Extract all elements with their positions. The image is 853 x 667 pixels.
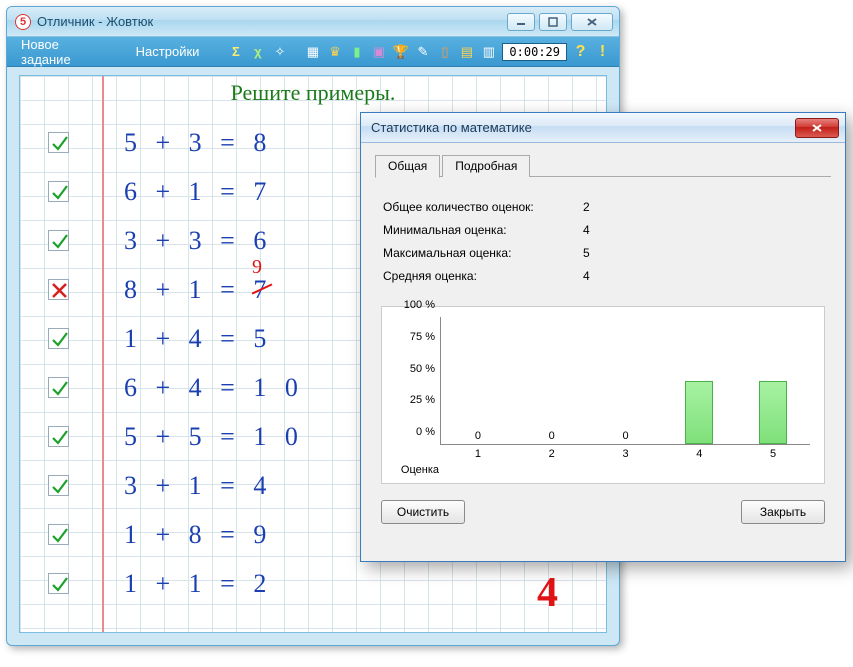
stat-row-avg: Средняя оценка: 4: [383, 269, 823, 283]
dialog-close-button[interactable]: [795, 118, 839, 138]
problem-expression: 5 + 3 = 8: [124, 128, 272, 158]
problem-expression: 1 + 1 = 2: [124, 569, 272, 599]
stats-dialog: Статистика по математике Общая Подробная…: [360, 112, 846, 562]
grade: 4: [537, 569, 558, 617]
stats-table: Общее количество оценок: 2 Минимальная о…: [375, 187, 831, 302]
cross-icon: [48, 279, 69, 300]
folder-icon[interactable]: ▤: [458, 43, 475, 60]
stat-value: 5: [583, 246, 590, 260]
menubar: Новое задание Настройки Σ χ ✧ ▦ ♛ ▮ ▣ 🏆 …: [7, 37, 619, 67]
stat-row-max: Максимальная оценка: 5: [383, 246, 823, 260]
menu-settings[interactable]: Настройки: [130, 41, 206, 62]
chart-xlabel: Оценка: [391, 464, 439, 476]
stat-label: Средняя оценка:: [383, 269, 583, 283]
problem-expression: 6 + 4 = 1 0: [124, 373, 304, 403]
trophy-icon[interactable]: ♛: [326, 43, 343, 60]
stat-label: Минимальная оценка:: [383, 223, 583, 237]
clear-button[interactable]: Очистить: [381, 500, 465, 524]
check-icon: [48, 132, 69, 153]
dialog-buttons: Очистить Закрыть: [381, 500, 825, 524]
stat-row-min: Минимальная оценка: 4: [383, 223, 823, 237]
stat-label: Максимальная оценка:: [383, 246, 583, 260]
tab-general[interactable]: Общая: [375, 155, 440, 178]
check-icon: [48, 377, 69, 398]
maximize-button[interactable]: [539, 13, 567, 31]
close-button[interactable]: Закрыть: [741, 500, 825, 524]
problem-row: 1 + 1 = 2: [20, 559, 606, 608]
app-icon: 5: [15, 14, 31, 30]
problem-expression: 1 + 4 = 5: [124, 324, 272, 354]
chart-bar: [685, 381, 713, 445]
pencil-icon[interactable]: ✎: [414, 43, 431, 60]
stat-row-total: Общее количество оценок: 2: [383, 200, 823, 214]
check-icon: [48, 475, 69, 496]
chart-plot: Оценка 0 %25 %50 %75 %100 %102030450550: [440, 317, 810, 445]
alert-icon[interactable]: !: [594, 43, 611, 60]
chart-xtick: 4: [696, 448, 702, 460]
dialog-title: Статистика по математике: [371, 120, 795, 135]
menu-new-task[interactable]: Новое задание: [15, 34, 116, 70]
chart-ytick: 50 %: [391, 363, 435, 375]
check-icon: [48, 230, 69, 251]
main-titlebar: 5 Отличник - Жовтюк: [7, 7, 619, 37]
close-button[interactable]: [571, 13, 613, 31]
check-icon: [48, 328, 69, 349]
tab-detailed[interactable]: Подробная: [442, 155, 530, 177]
stat-value: 4: [583, 269, 590, 283]
book-icon[interactable]: ▯: [436, 43, 453, 60]
check-icon: [48, 524, 69, 545]
stat-value: 4: [583, 223, 590, 237]
timer: 0:00:29: [502, 43, 567, 61]
eraser-icon[interactable]: ✧: [271, 43, 288, 60]
window-controls: [507, 13, 613, 31]
chart-ytick: 25 %: [391, 394, 435, 406]
problem-expression: 5 + 5 = 1 0: [124, 422, 304, 452]
check-icon: [48, 181, 69, 202]
minimize-button[interactable]: [507, 13, 535, 31]
tabs: Общая Подробная: [375, 155, 831, 177]
chart-bar: [759, 381, 787, 445]
chart-xtick: 5: [770, 448, 776, 460]
dialog-body: Общая Подробная Общее количество оценок:…: [361, 143, 845, 538]
check-icon: [48, 573, 69, 594]
chart-xtick: 3: [622, 448, 628, 460]
chart-xtick: 1: [475, 448, 481, 460]
problem-expression: 8 + 1 = 7: [124, 275, 272, 305]
cup-icon[interactable]: 🏆: [392, 43, 409, 60]
sigma-icon[interactable]: Σ: [227, 43, 244, 60]
chart-ytick: 100 %: [391, 299, 435, 311]
dialog-titlebar: Статистика по математике: [361, 113, 845, 143]
check-icon: [48, 426, 69, 447]
window-title: Отличник - Жовтюк: [37, 14, 507, 29]
chart-ytick: 75 %: [391, 331, 435, 343]
problem-expression: 6 + 1 = 7: [124, 177, 272, 207]
calculator-icon[interactable]: ▦: [304, 43, 321, 60]
problem-expression: 1 + 8 = 9: [124, 520, 272, 550]
help-icon[interactable]: ?: [572, 43, 589, 60]
worksheet-title: Решите примеры.: [20, 80, 606, 106]
toolbar: Σ χ ✧ ▦ ♛ ▮ ▣ 🏆 ✎ ▯ ▤ ▥ 0:00:29 ? !: [227, 43, 611, 61]
stat-label: Общее количество оценок:: [383, 200, 583, 214]
chart-ytick: 0 %: [391, 426, 435, 438]
problem-expression: 3 + 1 = 4: [124, 471, 272, 501]
chart-xtick: 2: [549, 448, 555, 460]
problem-expression: 3 + 3 = 6: [124, 226, 272, 256]
chart: Оценка 0 %25 %50 %75 %100 %102030450550: [381, 306, 825, 484]
building-icon[interactable]: ▥: [480, 43, 497, 60]
stat-value: 2: [583, 200, 590, 214]
save-icon[interactable]: ▣: [370, 43, 387, 60]
letter-icon[interactable]: χ: [249, 43, 266, 60]
chart-icon[interactable]: ▮: [348, 43, 365, 60]
